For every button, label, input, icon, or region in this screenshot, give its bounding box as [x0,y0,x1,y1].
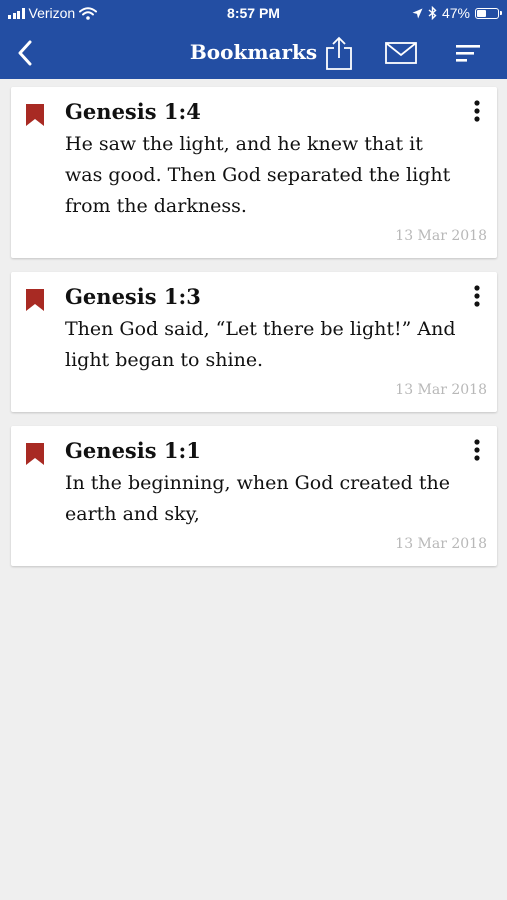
bookmark-icon [26,104,44,126]
sort-icon [456,45,480,62]
sort-button[interactable] [449,34,487,72]
more-options-button[interactable] [465,97,489,125]
page-title: Bookmarks [189,40,318,64]
location-icon [412,8,423,18]
signal-icon [8,7,25,19]
more-vert-icon [474,285,480,307]
back-button[interactable] [6,34,44,72]
bookmark-card[interactable]: Genesis 1:1 In the beginning, when God c… [11,426,497,566]
email-button[interactable] [382,34,420,72]
more-options-button[interactable] [465,436,489,464]
battery-percent: 47% [441,5,470,21]
verse-reference: Genesis 1:3 [65,284,201,309]
bookmark-card[interactable]: Genesis 1:3 Then God said, “Let there be… [11,272,497,412]
header: Verizon 8:57 PM 47% Bookmarks [0,0,507,79]
verse-reference: Genesis 1:1 [65,438,201,463]
status-left: Verizon [8,5,98,21]
nav-bar: Bookmarks [0,28,507,79]
verse-reference: Genesis 1:4 [65,99,201,124]
more-vert-icon [474,100,480,122]
back-chevron-icon [18,40,32,66]
status-right: 47% [412,5,502,21]
more-options-button[interactable] [465,282,489,310]
bookmark-card[interactable]: Genesis 1:4 He saw the light, and he kne… [11,87,497,258]
verse-text: Then God said, “Let there be light!” And… [65,318,456,371]
bookmark-date: 13 Mar 2018 [395,382,487,398]
share-icon [326,36,352,70]
bookmark-date: 13 Mar 2018 [395,536,487,552]
mail-icon [385,42,417,64]
verse-text: In the beginning, when God created the e… [65,472,450,525]
carrier-label: Verizon [28,5,76,21]
status-bar: Verizon 8:57 PM 47% [0,0,507,28]
bookmark-date: 13 Mar 2018 [395,228,487,244]
wifi-icon [79,6,98,20]
bookmark-icon [26,443,44,465]
battery-icon [475,7,502,19]
bookmark-icon [26,289,44,311]
share-button[interactable] [320,34,358,72]
more-vert-icon [474,439,480,461]
verse-text: He saw the light, and he knew that it wa… [65,133,451,217]
bluetooth-icon [428,6,437,20]
